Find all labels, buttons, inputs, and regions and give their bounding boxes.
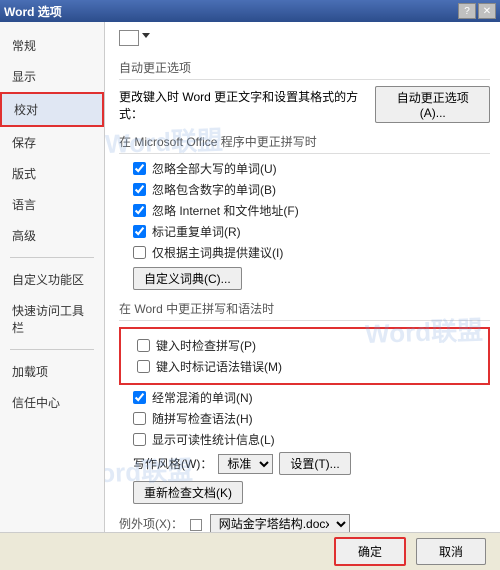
titlebar: Word 选项 ? ✕ [0, 0, 500, 22]
chk-ignore-internet[interactable] [133, 204, 146, 217]
sidebar-item-proofing[interactable]: 校对 [0, 92, 104, 127]
sidebar-item-display[interactable]: 显示 [0, 61, 104, 92]
custom-dict-button[interactable]: 自定义词典(C)... [133, 267, 242, 290]
section-office-title: 在 Microsoft Office 程序中更正拼写时 [119, 133, 490, 154]
lbl-mark-grammar: 键入时标记语法错误(M) [156, 358, 282, 375]
lbl-ignore-internet: 忽略 Internet 和文件地址(F) [152, 202, 299, 219]
lbl-flag-repeat: 标记重复单词(R) [152, 223, 241, 240]
chk-confused-words[interactable] [133, 391, 146, 404]
footer: 确定 取消 [0, 532, 500, 570]
sidebar-item-save[interactable]: 保存 [0, 127, 104, 158]
help-button[interactable]: ? [458, 3, 476, 19]
lbl-confused-words: 经常混淆的单词(N) [152, 389, 253, 406]
chk-flag-repeat[interactable] [133, 225, 146, 238]
highlight-box-spellgrammar: 键入时检查拼写(P) 键入时标记语法错误(M) [119, 327, 490, 385]
recheck-doc-button[interactable]: 重新检查文档(K) [133, 481, 243, 504]
lbl-writing-style: 写作风格(W)： [133, 455, 212, 472]
lbl-check-spelling: 键入时检查拼写(P) [156, 337, 256, 354]
select-exception-doc[interactable]: 网站金字塔结构.docx [210, 514, 350, 532]
autocorrect-label: 更改键入时 Word 更正文字和设置其格式的方式： [119, 88, 367, 122]
sidebar: 常规 显示 校对 保存 版式 语言 高级 自定义功能区 快速访问工具栏 加载项 … [0, 22, 105, 532]
sidebar-item-ribbon[interactable]: 自定义功能区 [0, 264, 104, 295]
chk-main-dict-only[interactable] [133, 246, 146, 259]
sidebar-separator-2 [10, 349, 94, 350]
sidebar-item-general[interactable]: 常规 [0, 30, 104, 61]
chk-readability-stats[interactable] [133, 433, 146, 446]
document-icon [190, 519, 202, 531]
ok-button[interactable]: 确定 [334, 537, 406, 566]
chk-check-spelling[interactable] [137, 339, 150, 352]
sidebar-item-layout[interactable]: 版式 [0, 158, 104, 189]
close-button[interactable]: ✕ [478, 3, 496, 19]
section-word-title: 在 Word 中更正拼写和语法时 [119, 300, 490, 321]
main-panel: 常规 显示 校对 保存 版式 语言 高级 自定义功能区 快速访问工具栏 加载项 … [0, 22, 500, 532]
chk-ignore-numbers[interactable] [133, 183, 146, 196]
lbl-ignore-uppercase: 忽略全部大写的单词(U) [152, 160, 277, 177]
sidebar-item-advanced[interactable]: 高级 [0, 220, 104, 251]
lbl-exceptions: 例外项(X)： [119, 517, 183, 531]
lbl-readability-stats: 显示可读性统计信息(L) [152, 431, 275, 448]
chk-mark-grammar[interactable] [137, 360, 150, 373]
lbl-main-dict-only: 仅根据主词典提供建议(I) [152, 244, 283, 261]
content-panel: Word联盟 Word联盟 Word联盟 自动更正选项 更改键入时 Word 更… [105, 22, 500, 532]
color-picker-icon[interactable] [119, 30, 139, 46]
sidebar-separator [10, 257, 94, 258]
window-title: Word 选项 [4, 3, 456, 20]
sidebar-item-addins[interactable]: 加载项 [0, 356, 104, 387]
sidebar-item-language[interactable]: 语言 [0, 189, 104, 220]
lbl-grammar-with-spell: 随拼写检查语法(H) [152, 410, 253, 427]
select-writing-style[interactable]: 标准 [218, 454, 273, 474]
settings-button[interactable]: 设置(T)... [279, 452, 350, 475]
lbl-ignore-numbers: 忽略包含数字的单词(B) [152, 181, 276, 198]
section-autocorrect-title: 自动更正选项 [119, 59, 490, 80]
section-exceptions: 例外项(X)： 网站金字塔结构.docx [119, 514, 490, 532]
cancel-button[interactable]: 取消 [416, 538, 486, 565]
chk-grammar-with-spell[interactable] [133, 412, 146, 425]
sidebar-item-qat[interactable]: 快速访问工具栏 [0, 295, 104, 343]
sidebar-item-trust[interactable]: 信任中心 [0, 387, 104, 418]
autocorrect-options-button[interactable]: 自动更正选项(A)... [375, 86, 490, 123]
chk-ignore-uppercase[interactable] [133, 162, 146, 175]
